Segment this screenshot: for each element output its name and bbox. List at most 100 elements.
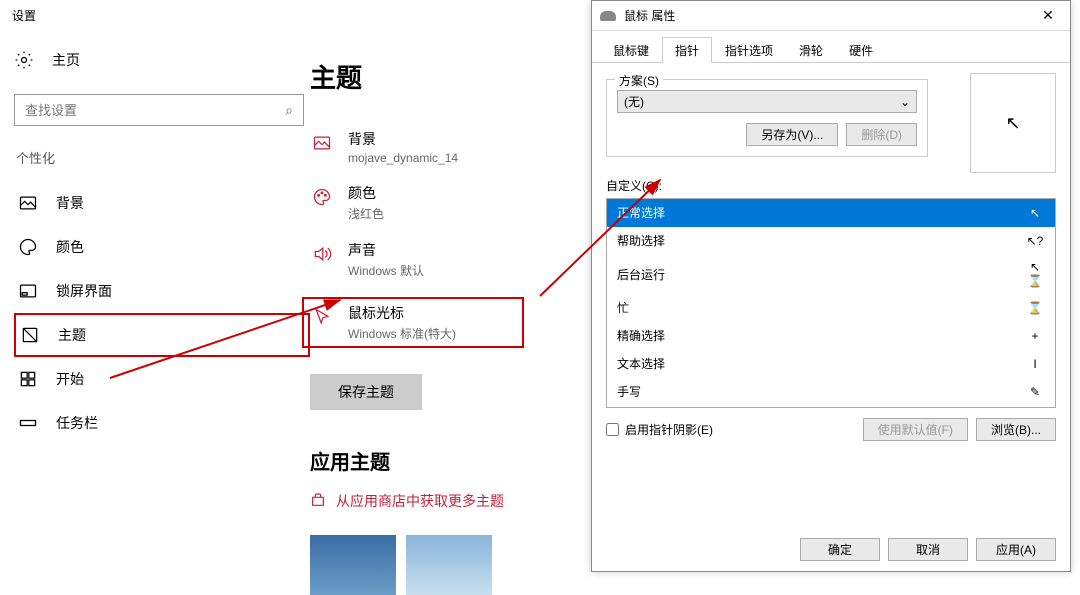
nav-label: 背景: [56, 193, 84, 213]
search-box[interactable]: ⌕: [14, 94, 304, 126]
cursor-help-icon: ↖?: [1025, 234, 1045, 248]
theme-item-sub: mojave_dynamic_14: [348, 151, 458, 165]
cursor-name: 忙: [617, 299, 629, 316]
cursor-pen-icon: ✎: [1025, 385, 1045, 399]
cursor-item-normal[interactable]: 正常选择 ↖: [607, 199, 1055, 227]
cursor-text-icon: I: [1025, 357, 1045, 371]
lockscreen-icon: [18, 281, 38, 301]
tab-pointer-options[interactable]: 指针选项: [712, 37, 786, 63]
theme-thumbnails: [310, 535, 590, 595]
nav-start[interactable]: 开始: [14, 357, 310, 401]
theme-item-sub: Windows 默认: [348, 262, 424, 279]
cursor-busy-icon: ⌛: [1025, 301, 1045, 315]
theme-item-title: 颜色: [348, 183, 384, 203]
taskbar-icon: [18, 413, 38, 433]
settings-titlebar: 设置: [0, 0, 590, 30]
nav-taskbar[interactable]: 任务栏: [14, 401, 310, 445]
nav-label: 颜色: [56, 237, 84, 257]
theme-thumbnail[interactable]: [310, 535, 396, 595]
store-icon: [310, 492, 326, 511]
nav-theme[interactable]: 主题: [14, 313, 310, 357]
theme-icon: [20, 325, 40, 345]
checkbox-label: 启用指针阴影(E): [625, 421, 713, 438]
nav-label: 锁屏界面: [56, 281, 112, 301]
page-heading: 主题: [310, 58, 590, 95]
cursor-arrow-icon: ↖: [1005, 113, 1020, 134]
cursor-item-precision[interactable]: 精确选择 +: [607, 322, 1055, 350]
dialog-titlebar[interactable]: 鼠标 属性 ✕: [592, 1, 1070, 31]
content-area: 主题 背景 mojave_dynamic_14 颜色 浅红色 声音: [310, 30, 590, 572]
picture-icon: [18, 193, 38, 213]
nav-color[interactable]: 颜色: [14, 225, 310, 269]
tab-hardware[interactable]: 硬件: [836, 37, 886, 63]
cursor-name: 手写: [617, 383, 641, 400]
mouse-icon: [600, 11, 616, 21]
theme-item-title: 鼠标光标: [348, 303, 456, 323]
palette-icon: [310, 185, 334, 209]
theme-item-title: 背景: [348, 129, 458, 149]
start-icon: [18, 369, 38, 389]
mouse-properties-dialog: 鼠标 属性 ✕ 鼠标键 指针 指针选项 滑轮 硬件 方案(S) (无) ⌄ 另存…: [591, 0, 1071, 572]
home-button[interactable]: 主页: [14, 40, 310, 80]
cursor-name: 精确选择: [617, 327, 665, 344]
theme-color[interactable]: 颜色 浅红色: [310, 183, 590, 222]
scheme-group: 方案(S) (无) ⌄ 另存为(V)... 删除(D): [606, 79, 928, 157]
cursor-item-help[interactable]: 帮助选择 ↖?: [607, 227, 1055, 255]
pointer-shadow-checkbox[interactable]: 启用指针阴影(E): [606, 421, 713, 438]
checkbox-input[interactable]: [606, 423, 619, 436]
theme-item-title: 声音: [348, 240, 424, 260]
cursor-crosshair-icon: +: [1025, 329, 1045, 343]
settings-title: 设置: [12, 7, 36, 24]
cursor-preview: ↖: [970, 73, 1056, 173]
dialog-title: 鼠标 属性: [624, 7, 675, 24]
store-link[interactable]: 从应用商店中获取更多主题: [310, 491, 590, 511]
custom-label: 自定义(C):: [606, 177, 1056, 194]
nav-label: 主题: [58, 325, 86, 345]
scheme-value: (无): [624, 93, 644, 110]
theme-cursor[interactable]: 鼠标光标 Windows 标准(特大): [302, 297, 524, 348]
cursor-arrow-icon: ↖: [1025, 206, 1045, 220]
cursor-icon: [310, 305, 334, 329]
cursor-name: 正常选择: [617, 204, 665, 221]
nav-background[interactable]: 背景: [14, 181, 310, 225]
use-default-button[interactable]: 使用默认值(F): [863, 418, 968, 441]
nav-lockscreen[interactable]: 锁屏界面: [14, 269, 310, 313]
apply-heading: 应用主题: [310, 446, 590, 475]
theme-item-sub: 浅红色: [348, 205, 384, 222]
theme-thumbnail[interactable]: [406, 535, 492, 595]
save-as-button[interactable]: 另存为(V)...: [746, 123, 838, 146]
theme-background[interactable]: 背景 mojave_dynamic_14: [310, 129, 590, 165]
theme-item-sub: Windows 标准(特大): [348, 325, 456, 342]
palette-icon: [18, 237, 38, 257]
tab-pointers[interactable]: 指针: [662, 37, 712, 63]
sidebar: 主页 ⌕ 个性化 背景 颜色 锁屏界面 主题: [0, 30, 310, 572]
cursor-item-text[interactable]: 文本选择 I: [607, 350, 1055, 378]
browse-button[interactable]: 浏览(B)...: [976, 418, 1056, 441]
cursor-working-icon: ↖⌛: [1025, 260, 1045, 288]
tab-wheel[interactable]: 滑轮: [786, 37, 836, 63]
cursor-item-handwriting[interactable]: 手写 ✎: [607, 378, 1055, 406]
cursor-item-busy[interactable]: 忙 ⌛: [607, 294, 1055, 322]
cursor-item-unavailable[interactable]: 不可用 ⊘: [607, 406, 1055, 408]
scheme-label: 方案(S): [615, 72, 663, 89]
scheme-dropdown[interactable]: (无) ⌄: [617, 90, 917, 113]
cursor-name: 后台运行: [617, 266, 665, 283]
cancel-button[interactable]: 取消: [888, 538, 968, 561]
theme-sound[interactable]: 声音 Windows 默认: [310, 240, 590, 279]
picture-icon: [310, 131, 334, 155]
search-input[interactable]: [25, 103, 285, 118]
dialog-tabs: 鼠标键 指针 指针选项 滑轮 硬件: [592, 31, 1070, 63]
store-link-text: 从应用商店中获取更多主题: [336, 491, 504, 511]
save-theme-button[interactable]: 保存主题: [310, 374, 422, 410]
cursor-name: 文本选择: [617, 355, 665, 372]
tab-buttons[interactable]: 鼠标键: [600, 37, 662, 63]
cursor-item-background[interactable]: 后台运行 ↖⌛: [607, 255, 1055, 294]
apply-button[interactable]: 应用(A): [976, 538, 1056, 561]
cursor-list[interactable]: 正常选择 ↖ 帮助选择 ↖? 后台运行 ↖⌛ 忙 ⌛ 精确选择 + 文本选择 I: [606, 198, 1056, 408]
search-icon: ⌕: [285, 102, 293, 119]
settings-window: 设置 主页 ⌕ 个性化 背景 颜色: [0, 0, 590, 572]
speaker-icon: [310, 242, 334, 266]
delete-button[interactable]: 删除(D): [846, 123, 917, 146]
ok-button[interactable]: 确定: [800, 538, 880, 561]
close-button[interactable]: ✕: [1026, 2, 1070, 30]
